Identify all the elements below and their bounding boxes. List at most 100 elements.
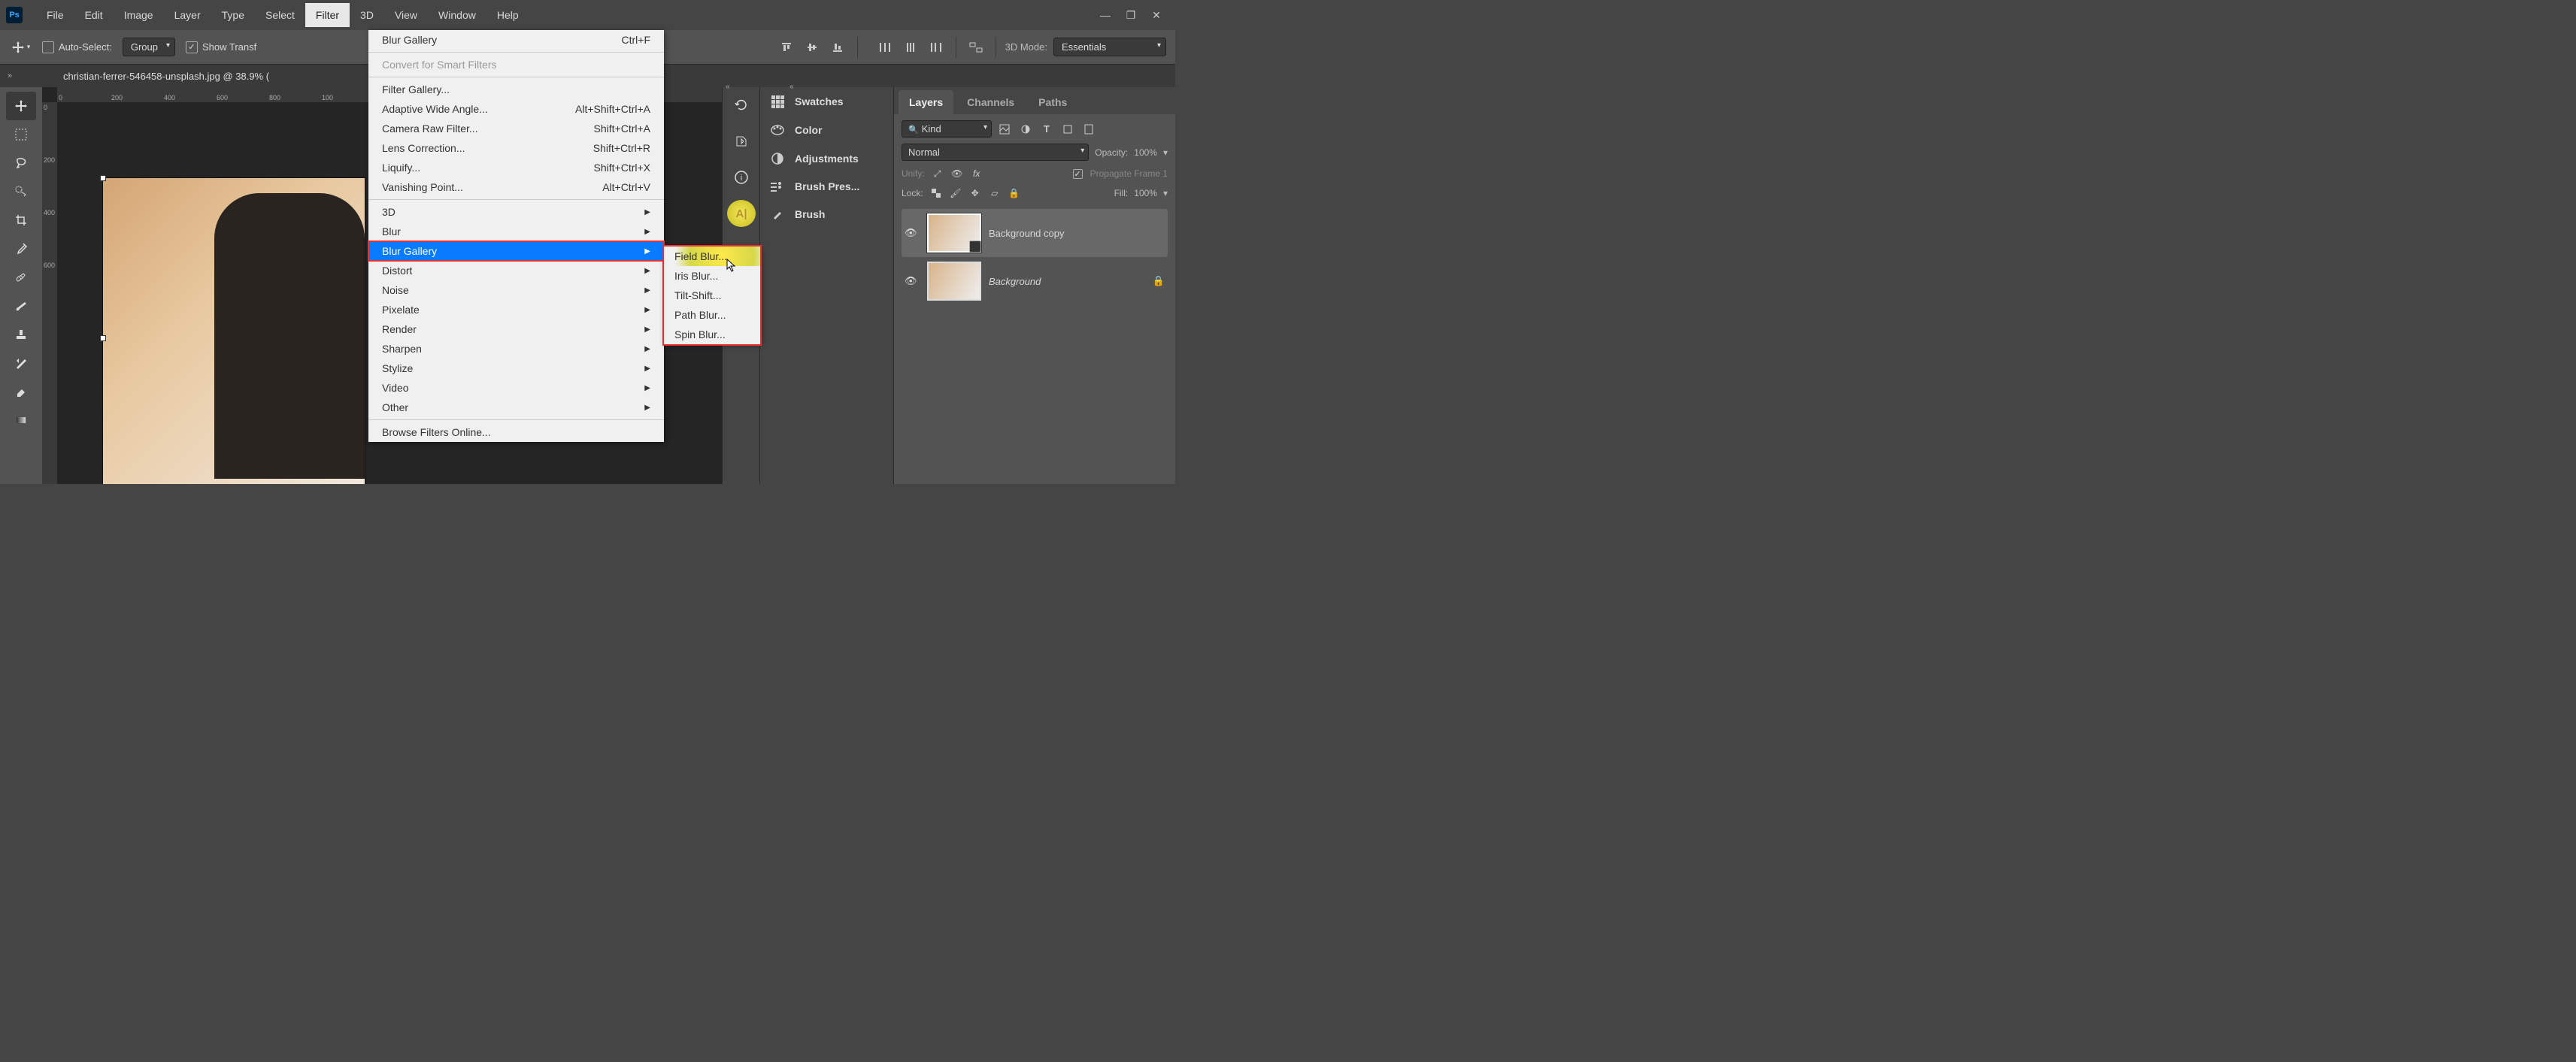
menu-cat-blur-gallery[interactable]: Blur Gallery▶ <box>368 241 664 261</box>
tab-layers[interactable]: Layers <box>899 90 953 114</box>
submenu-spin-blur[interactable]: Spin Blur... <box>664 325 760 344</box>
menu-browse-online[interactable]: Browse Filters Online... <box>368 422 664 442</box>
lock-artboard-icon[interactable]: ▱ <box>988 186 1002 200</box>
history-brush-tool[interactable] <box>6 349 36 377</box>
menu-cat-video[interactable]: Video▶ <box>368 378 664 398</box>
menu-filter-gallery[interactable]: Filter Gallery... <box>368 80 664 99</box>
move-tool-icon[interactable]: ▾ <box>9 36 32 59</box>
transform-handle[interactable] <box>100 335 106 341</box>
menu-cat-other[interactable]: Other▶ <box>368 398 664 417</box>
menu-vanishing-point[interactable]: Vanishing Point...Alt+Ctrl+V <box>368 177 664 197</box>
info-icon[interactable]: i <box>723 159 760 195</box>
lock-all-icon[interactable]: 🔒 <box>1008 186 1021 200</box>
blend-mode-dropdown[interactable]: Normal <box>902 144 1089 161</box>
tab-channels[interactable]: Channels <box>956 90 1025 114</box>
opacity-value[interactable]: 100% <box>1134 147 1157 158</box>
transform-handle[interactable] <box>100 175 106 181</box>
filter-shape-icon[interactable] <box>1061 123 1074 136</box>
lock-position-icon[interactable]: ✥ <box>968 186 982 200</box>
character-icon[interactable]: A| <box>723 195 760 231</box>
menu-view[interactable]: View <box>384 3 428 27</box>
collapse-icon[interactable]: « <box>789 83 794 91</box>
unify-visibility-icon[interactable]: 👁 <box>950 167 964 180</box>
panel-swatches[interactable]: Swatches <box>760 87 893 116</box>
propagate-checkbox[interactable] <box>1073 169 1083 179</box>
layer-thumbnail[interactable] <box>927 213 981 253</box>
stamp-tool[interactable] <box>6 320 36 349</box>
minimize-button[interactable]: — <box>1093 4 1118 26</box>
brush-tool[interactable] <box>6 292 36 320</box>
filter-smart-icon[interactable] <box>1082 123 1096 136</box>
quick-select-tool[interactable] <box>6 177 36 206</box>
menu-cat-distort[interactable]: Distort▶ <box>368 261 664 280</box>
menu-help[interactable]: Help <box>486 3 529 27</box>
unify-position-icon[interactable]: ⤢ <box>931 167 944 180</box>
dist-2-icon[interactable] <box>900 40 921 55</box>
maximize-button[interactable]: ❐ <box>1118 4 1144 26</box>
collapse-icon[interactable]: » <box>8 71 12 80</box>
menu-cat-noise[interactable]: Noise▶ <box>368 280 664 300</box>
history-icon[interactable] <box>723 87 760 123</box>
dist-1-icon[interactable] <box>874 40 896 55</box>
crop-tool[interactable] <box>6 206 36 234</box>
auto-select-dropdown[interactable]: Group <box>123 38 175 56</box>
workspace-dropdown[interactable]: Essentials <box>1053 38 1166 56</box>
menu-cat-sharpen[interactable]: Sharpen▶ <box>368 339 664 359</box>
align-bottom-icon[interactable] <box>827 40 848 55</box>
panel-adjustments[interactable]: Adjustments <box>760 144 893 173</box>
eraser-tool[interactable] <box>6 377 36 406</box>
menu-type[interactable]: Type <box>211 3 255 27</box>
menu-edit[interactable]: Edit <box>74 3 114 27</box>
auto-align-icon[interactable] <box>965 40 986 55</box>
filter-adjust-icon[interactable] <box>1019 123 1032 136</box>
submenu-iris-blur[interactable]: Iris Blur... <box>664 266 760 286</box>
show-transform-group[interactable]: Show Transf <box>186 41 256 53</box>
close-button[interactable]: ✕ <box>1144 4 1169 26</box>
unify-style-icon[interactable]: fx <box>970 167 983 180</box>
submenu-path-blur[interactable]: Path Blur... <box>664 305 760 325</box>
chevron-down-icon[interactable]: ▾ <box>1163 147 1168 158</box>
layer-name[interactable]: Background <box>989 276 1145 287</box>
document-tab[interactable]: christian-ferrer-546458-unsplash.jpg @ 3… <box>53 66 280 86</box>
marquee-tool[interactable] <box>6 120 36 149</box>
menu-file[interactable]: File <box>36 3 74 27</box>
menu-image[interactable]: Image <box>114 3 164 27</box>
layer-name[interactable]: Background copy <box>989 228 1165 239</box>
menu-liquify[interactable]: Liquify...Shift+Ctrl+X <box>368 158 664 177</box>
fill-value[interactable]: 100% <box>1134 188 1157 198</box>
gradient-tool[interactable] <box>6 406 36 434</box>
menu-window[interactable]: Window <box>428 3 486 27</box>
menu-adaptive-wide[interactable]: Adaptive Wide Angle...Alt+Shift+Ctrl+A <box>368 99 664 119</box>
menu-select[interactable]: Select <box>255 3 305 27</box>
menu-cat-3d[interactable]: 3D▶ <box>368 202 664 222</box>
menu-cat-blur[interactable]: Blur▶ <box>368 222 664 241</box>
menu-cat-pixelate[interactable]: Pixelate▶ <box>368 300 664 319</box>
healing-tool[interactable] <box>6 263 36 292</box>
filter-kind-dropdown[interactable]: 🔍Kind <box>902 120 992 138</box>
menu-layer[interactable]: Layer <box>164 3 211 27</box>
visibility-toggle[interactable]: 👁 <box>905 227 920 239</box>
visibility-toggle[interactable]: 👁 <box>905 275 920 287</box>
lasso-tool[interactable] <box>6 149 36 177</box>
collapse-icon[interactable]: « <box>726 83 730 91</box>
chevron-down-icon[interactable]: ▾ <box>1163 188 1168 198</box>
show-transform-checkbox[interactable] <box>186 41 198 53</box>
tab-paths[interactable]: Paths <box>1028 90 1077 114</box>
canvas-image[interactable] <box>102 177 365 484</box>
submenu-field-blur[interactable]: Field Blur... <box>664 247 760 266</box>
menu-cat-render[interactable]: Render▶ <box>368 319 664 339</box>
filter-pixel-icon[interactable] <box>998 123 1011 136</box>
lock-transparency-icon[interactable] <box>929 186 943 200</box>
panel-brush[interactable]: Brush <box>760 200 893 228</box>
eyedropper-tool[interactable] <box>6 234 36 263</box>
menu-cat-stylize[interactable]: Stylize▶ <box>368 359 664 378</box>
auto-select-checkbox[interactable] <box>42 41 54 53</box>
dist-3-icon[interactable] <box>926 40 947 55</box>
align-top-icon[interactable] <box>776 40 797 55</box>
lock-paint-icon[interactable]: 🖌 <box>949 186 962 200</box>
auto-select-group[interactable]: Auto-Select: <box>42 41 112 53</box>
layer-item[interactable]: 👁 Background copy <box>902 209 1168 257</box>
move-tool[interactable] <box>6 92 36 120</box>
align-vcenter-icon[interactable] <box>802 40 823 55</box>
menu-camera-raw[interactable]: Camera Raw Filter...Shift+Ctrl+A <box>368 119 664 138</box>
